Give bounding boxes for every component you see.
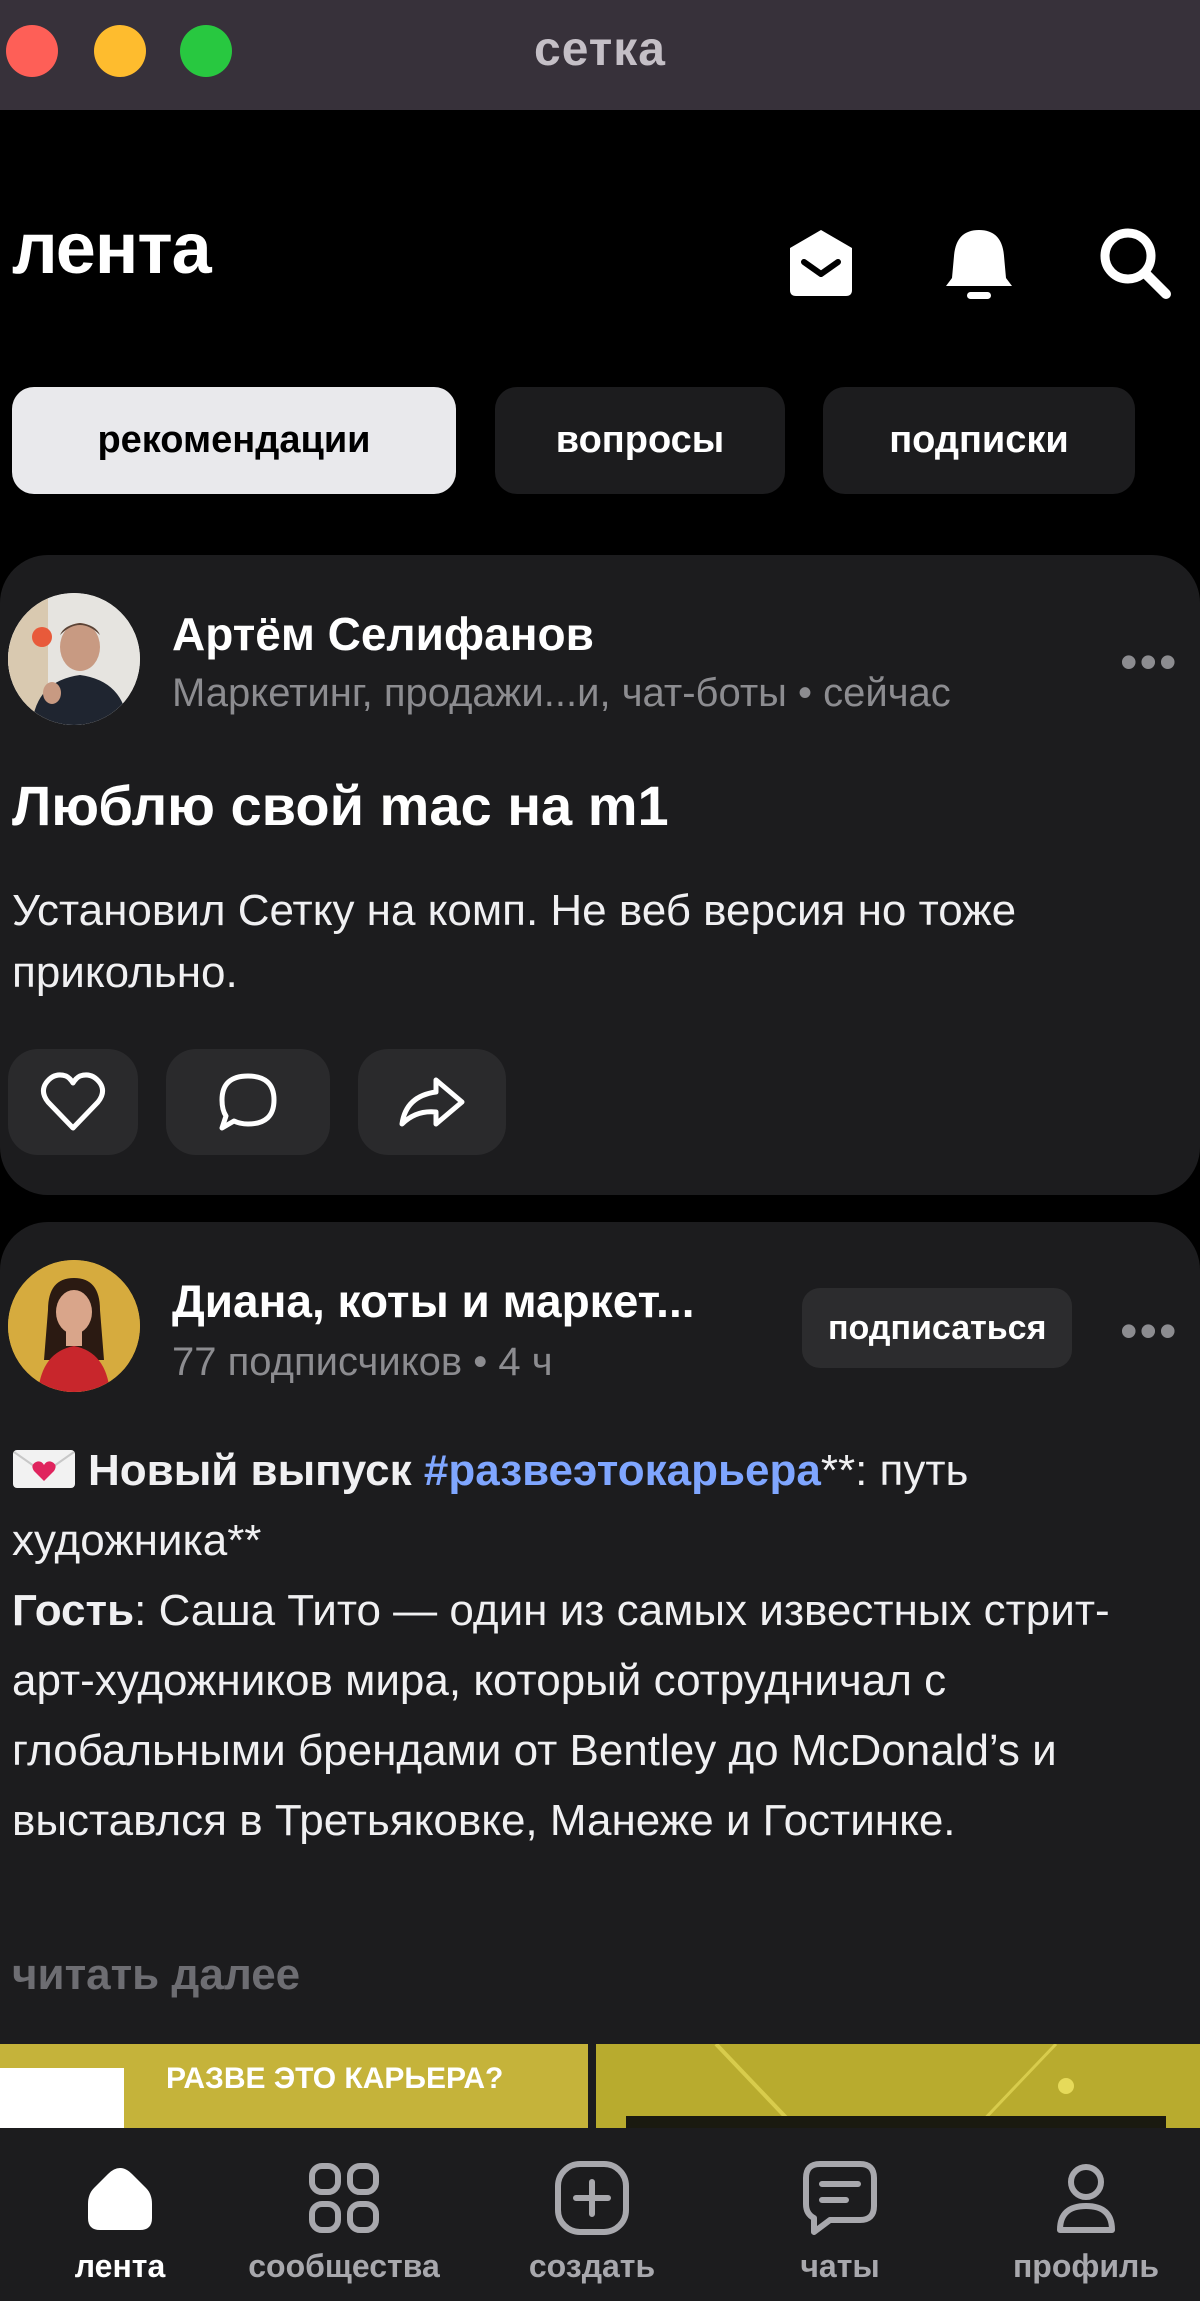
post-images: РАЗВЕ ЭТО КАРЬЕРА? [0, 2044, 1200, 2128]
tab-label: профиль [1012, 2248, 1160, 2284]
window-titlebar: сетка [0, 0, 1200, 110]
post-meta: Маркетинг, продажи...и, чат-боты • сейча… [172, 671, 951, 715]
envelope-heart-icon [12, 1440, 76, 1488]
share-icon [399, 1077, 465, 1127]
share-button[interactable] [358, 1049, 506, 1155]
filter-subscriptions[interactable]: подписки [823, 387, 1135, 494]
home-icon [88, 2168, 152, 2230]
post-author[interactable]: Артём Селифанов [172, 607, 594, 661]
post-meta: 77 подписчиков • 4 ч [172, 1340, 553, 1384]
tab-chats[interactable]: чаты [720, 2128, 960, 2301]
window-title: сетка [534, 23, 666, 76]
more-options-icon[interactable]: ••• [1120, 1302, 1179, 1360]
tab-communities[interactable]: сообщества [224, 2128, 464, 2301]
post-card: Артём Селифанов Маркетинг, продажи...и, … [0, 555, 1200, 1195]
read-more-link[interactable]: читать далее [12, 1950, 300, 2000]
bottom-tab-bar: лента сообщества создать чаты профиль [0, 2128, 1200, 2301]
tab-label: создать [528, 2248, 656, 2284]
post-image[interactable] [596, 2044, 1200, 2128]
plus-square-icon [555, 2161, 629, 2235]
filter-questions[interactable]: вопросы [495, 387, 785, 494]
post-image[interactable]: РАЗВЕ ЭТО КАРЬЕРА? [0, 2044, 588, 2128]
grid-icon [309, 2163, 379, 2233]
heart-icon [40, 1072, 106, 1131]
tab-label: сообщества [248, 2248, 440, 2284]
mail-icon[interactable] [780, 222, 862, 304]
post-headline: Новый выпуск [88, 1446, 412, 1495]
post-title: Люблю свой mac на m1 [12, 774, 669, 837]
tab-label: лента [74, 2248, 166, 2284]
post-text: Установил Сетку на комп. Не веб версия н… [12, 886, 1017, 997]
comment-button[interactable] [166, 1049, 330, 1155]
post-body: Новый выпуск #развеэтокарьера**: путь ху… [12, 1436, 1192, 1856]
hashtag-link[interactable]: #развеэтокарьера [424, 1446, 821, 1495]
avatar[interactable] [8, 593, 140, 725]
tab-create[interactable]: создать [472, 2128, 712, 2301]
guest-text: : Саша Тито — один из самых известных ст… [12, 1586, 1110, 1845]
subscribe-button[interactable]: подписаться [802, 1288, 1073, 1368]
guest-label: Гость [12, 1586, 135, 1635]
tab-profile[interactable]: профиль [966, 2128, 1200, 2301]
like-button[interactable] [8, 1049, 138, 1155]
person-icon [1057, 2164, 1115, 2233]
chat-icon [803, 2161, 877, 2235]
filter-recommendations[interactable]: рекомендации [12, 387, 456, 494]
search-icon[interactable] [1094, 222, 1176, 304]
post-author[interactable]: Диана, коты и маркет... [172, 1274, 695, 1328]
more-options-icon[interactable]: ••• [1120, 633, 1179, 691]
tab-label: чаты [800, 2248, 880, 2284]
bell-icon[interactable] [938, 222, 1020, 304]
image-caption: РАЗВЕ ЭТО КАРЬЕРА? [166, 2062, 504, 2095]
avatar[interactable] [8, 1260, 140, 1392]
comment-icon [219, 1073, 277, 1131]
page-title: лента [12, 209, 212, 289]
tab-feed[interactable]: лента [0, 2128, 240, 2301]
